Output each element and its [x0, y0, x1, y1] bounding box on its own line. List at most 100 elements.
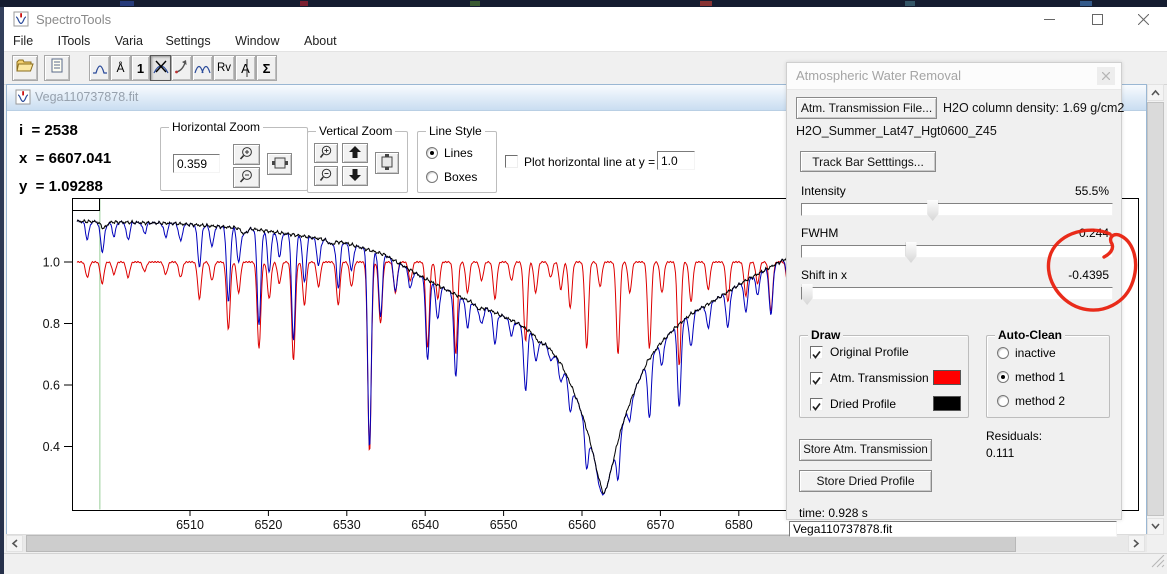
intensity-value: 55.5%: [1075, 184, 1109, 198]
method1-radio[interactable]: [997, 371, 1009, 383]
intensity-slider[interactable]: [801, 203, 1113, 216]
intensity-slider-thumb[interactable]: [927, 200, 938, 221]
background-speck: [1080, 1, 1092, 6]
profile-peak-button[interactable]: [89, 55, 110, 81]
x-axis-tick-label: 6580: [725, 518, 753, 532]
equivalent-width-button[interactable]: A: [235, 55, 256, 81]
menu-itools[interactable]: ITools: [51, 32, 98, 50]
time-text: time: 0.928 s: [799, 506, 868, 520]
hzoom-in-button[interactable]: [233, 144, 260, 165]
horizontal-line-checkbox[interactable]: [505, 155, 518, 168]
original-profile-checkbox[interactable]: [810, 346, 823, 359]
fwhm-slider-thumb[interactable]: [906, 242, 917, 263]
inactive-radio-label: inactive: [1015, 346, 1056, 360]
fit-width-button[interactable]: [267, 153, 292, 175]
dried-profile-color-swatch[interactable]: [933, 396, 961, 411]
compare-profiles-button[interactable]: [192, 55, 213, 81]
shift-x-slider-thumb[interactable]: [802, 284, 813, 305]
draw-group: Draw Original Profile Atm. Transmission …: [799, 335, 969, 418]
boxes-radio[interactable]: [426, 171, 438, 183]
h2o-density-text: H2O column density: 1.69 g/cm2: [943, 101, 1124, 115]
y-axis-tick-label: 1.0: [43, 256, 60, 270]
dried-profile-checkbox[interactable]: [810, 398, 823, 411]
radial-velocity-button[interactable]: Rv: [213, 55, 235, 81]
minimize-button[interactable]: [1032, 7, 1066, 31]
resize-grip[interactable]: [1151, 555, 1165, 573]
fwhm-label: FWHM: [801, 226, 838, 240]
residuals-value: 0.111: [986, 446, 1014, 460]
readout-y: y = 1.09288: [19, 178, 103, 195]
background-speck: [300, 1, 308, 6]
menu-varia[interactable]: Varia: [108, 32, 150, 50]
x-axis-tick-label: 6510: [176, 518, 204, 532]
open-file-button[interactable]: [12, 55, 38, 81]
y-axis-tick-label: 0.6: [43, 379, 60, 393]
fit-height-icon: [381, 154, 393, 173]
atm-transmission-checkbox[interactable]: [810, 372, 823, 385]
horizontal-zoom-input[interactable]: [173, 154, 220, 173]
trackbar-settings-button[interactable]: Track Bar Setttings...: [800, 151, 936, 172]
y-axis-tick-label: 0.8: [43, 317, 60, 331]
line-style-label: Line Style: [426, 124, 485, 138]
angstrom-button[interactable]: Å: [110, 55, 131, 81]
folder-icon: [16, 59, 34, 78]
normalize-button[interactable]: 1: [131, 55, 150, 81]
delete-peak-button[interactable]: [150, 55, 171, 81]
title-bar[interactable]: SpectroTools: [4, 7, 1167, 32]
vzoom-out-button[interactable]: [314, 166, 338, 186]
scroll-left-button[interactable]: [6, 535, 23, 552]
document-icon: [51, 58, 63, 78]
auto-clean-group: Auto-Clean inactive method 1 method 2: [986, 335, 1110, 418]
zoom-in-icon: [319, 145, 333, 162]
menu-settings[interactable]: Settings: [158, 32, 217, 50]
vertical-scrollbar[interactable]: [1147, 84, 1164, 535]
menu-file[interactable]: File: [6, 32, 40, 50]
scroll-right-button[interactable]: [1128, 535, 1145, 552]
hzoom-out-button[interactable]: [233, 167, 260, 188]
maximize-button[interactable]: [1080, 7, 1114, 31]
rv-icon: Rv: [217, 62, 231, 74]
log-list-button[interactable]: [44, 55, 70, 81]
angstrom-icon: Å: [116, 61, 124, 75]
sum-button[interactable]: Σ: [256, 55, 277, 81]
draw-group-label: Draw: [808, 328, 843, 342]
atm-transmission-label: Atm. Transmission: [830, 371, 929, 385]
zoom-out-icon: [239, 169, 254, 187]
method2-radio-label: method 2: [1015, 394, 1065, 408]
shift-up-button[interactable]: [342, 143, 368, 163]
method2-radio[interactable]: [997, 395, 1009, 407]
app-icon: [13, 11, 29, 27]
horizontal-line-input[interactable]: [657, 151, 695, 170]
fit-height-button[interactable]: [375, 152, 399, 174]
filename-field[interactable]: [789, 521, 1117, 537]
peak-crossed-icon: [153, 58, 169, 79]
menu-about[interactable]: About: [297, 32, 344, 50]
horizontal-scrollbar-thumb[interactable]: [26, 535, 1016, 552]
panel-title-bar[interactable]: Atmospheric Water Removal: [787, 63, 1121, 90]
background-speck: [905, 1, 915, 6]
panel-close-button[interactable]: [1097, 67, 1115, 85]
fwhm-slider[interactable]: [801, 245, 1113, 258]
scroll-up-button[interactable]: [1147, 84, 1164, 101]
y-axis-tick-label: 0.4: [43, 440, 60, 454]
shift-curve-button[interactable]: [171, 55, 192, 81]
store-dried-profile-button[interactable]: Store Dried Profile: [799, 470, 932, 492]
shift-down-button[interactable]: [342, 166, 368, 186]
lines-radio[interactable]: [426, 147, 438, 159]
menu-window[interactable]: Window: [228, 32, 286, 50]
original-profile-label: Original Profile: [830, 345, 909, 359]
residuals-label: Residuals:: [986, 429, 1042, 443]
vertical-scrollbar-thumb[interactable]: [1147, 102, 1164, 516]
intensity-label: Intensity: [801, 184, 846, 198]
a-line-icon: A: [241, 61, 250, 76]
scroll-down-button[interactable]: [1147, 518, 1164, 535]
panel-title: Atmospheric Water Removal: [796, 68, 961, 83]
store-atm-transmission-button[interactable]: Store Atm. Transmission: [799, 439, 932, 461]
inactive-radio[interactable]: [997, 347, 1009, 359]
close-button[interactable]: [1126, 7, 1160, 31]
window-title: SpectroTools: [36, 12, 111, 27]
atm-transmission-color-swatch[interactable]: [933, 370, 961, 385]
vzoom-in-button[interactable]: [314, 143, 338, 163]
shift-x-slider[interactable]: [801, 287, 1113, 300]
atm-transmission-file-button[interactable]: Atm. Transmission File...: [796, 97, 937, 119]
